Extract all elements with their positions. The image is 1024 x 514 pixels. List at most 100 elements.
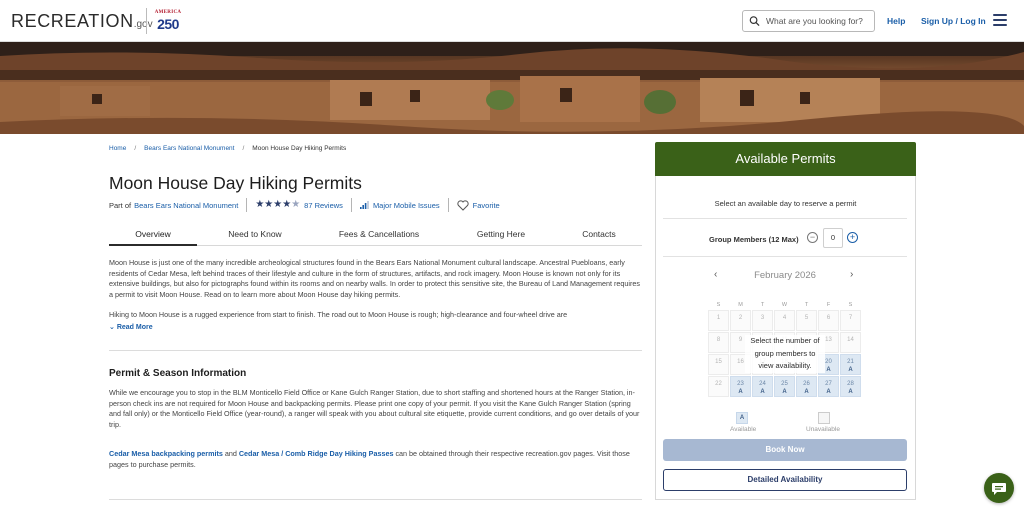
availability-code: A bbox=[848, 389, 853, 395]
calendar-day-number: 25 bbox=[781, 381, 788, 387]
overview-paragraph-1: Moon House is just one of the many incre… bbox=[109, 258, 640, 299]
availability-code: A bbox=[782, 389, 787, 395]
permit-section-heading: Permit & Season Information bbox=[109, 368, 247, 379]
calendar-day: 22 bbox=[708, 376, 729, 397]
weekday-label: T bbox=[804, 302, 809, 308]
hamburger-menu-icon[interactable] bbox=[993, 14, 1007, 26]
panel-divider bbox=[663, 256, 907, 257]
star-icon: ★ bbox=[255, 199, 265, 210]
weekday-label: W bbox=[781, 302, 788, 308]
availability-code: A bbox=[848, 367, 853, 373]
reviews-link[interactable]: 87 Reviews bbox=[304, 201, 343, 210]
detailed-availability-button[interactable]: Detailed Availability bbox=[663, 469, 907, 491]
divider bbox=[350, 198, 352, 212]
site-header: RECREATION.gov AMERICA 250 Help Sign Up … bbox=[0, 0, 1024, 42]
tab-contacts[interactable]: Contacts bbox=[559, 222, 639, 246]
search-input[interactable] bbox=[766, 16, 874, 26]
calendar-day: 2 bbox=[730, 310, 751, 331]
tab-need-to-know[interactable]: Need to Know bbox=[209, 222, 301, 246]
panel-divider bbox=[663, 218, 907, 219]
calendar-day: 1 bbox=[708, 310, 729, 331]
calendar-day-available[interactable]: 26 A bbox=[796, 376, 817, 397]
tab-overview[interactable]: Overview bbox=[109, 222, 197, 246]
half-star-icon: ★ bbox=[291, 199, 301, 210]
calendar-day-number: 26 bbox=[803, 381, 810, 387]
book-now-button[interactable]: Book Now bbox=[663, 439, 907, 461]
section-divider bbox=[109, 350, 642, 351]
calendar-day: 14 bbox=[840, 332, 861, 353]
overlay-line: view availability. bbox=[758, 361, 812, 370]
mobile-issues-link[interactable]: Major Mobile Issues bbox=[373, 201, 440, 210]
calendar-day: 5 bbox=[796, 310, 817, 331]
breadcrumb: Home / Bears Ears National Monument / Moon H… bbox=[109, 145, 346, 152]
calendar-day-available[interactable]: 23 A bbox=[730, 376, 751, 397]
breadcrumb-home[interactable]: Home bbox=[109, 145, 126, 152]
page-title: Moon House Day Hiking Permits bbox=[109, 173, 362, 193]
rating-stars: ★ ★ ★ ★ ★ bbox=[255, 200, 300, 210]
search-box[interactable] bbox=[742, 10, 875, 32]
legend-available-label: Available bbox=[730, 426, 757, 433]
star-icon: ★ bbox=[282, 199, 292, 210]
calendar-overlay-message: Select the number of group members to vi… bbox=[745, 335, 825, 373]
breadcrumb-bears-ears[interactable]: Bears Ears National Monument bbox=[144, 145, 234, 152]
plus-icon[interactable]: + bbox=[847, 232, 858, 243]
permit-paragraph-2: Cedar Mesa backpacking permits and Cedar… bbox=[109, 449, 642, 470]
weekday-label: M bbox=[738, 302, 743, 308]
heart-icon[interactable] bbox=[457, 199, 469, 211]
tab-getting-here[interactable]: Getting Here bbox=[459, 222, 543, 246]
calendar-day: 7 bbox=[840, 310, 861, 331]
calendar-day: 4 bbox=[774, 310, 795, 331]
calendar-day-number: 24 bbox=[759, 381, 766, 387]
availability-code: A bbox=[826, 389, 831, 395]
calendar-day: 8 bbox=[708, 332, 729, 353]
calendar-day-available[interactable]: 24 A bbox=[752, 376, 773, 397]
page-meta-row: Part of Bears Ears National Monument ★ ★ ★… bbox=[109, 198, 500, 212]
calendar-day-number: 14 bbox=[847, 337, 854, 343]
availability-code: A bbox=[760, 389, 765, 395]
favorite-button[interactable]: Favorite bbox=[473, 201, 500, 210]
help-link[interactable]: Help bbox=[887, 16, 905, 26]
breadcrumb-current: Moon House Day Hiking Permits bbox=[252, 145, 347, 152]
overlay-line: Select the number of bbox=[750, 336, 820, 345]
minus-icon[interactable]: − bbox=[807, 232, 818, 243]
divider bbox=[447, 198, 449, 212]
calendar-day-available[interactable]: 25 A bbox=[774, 376, 795, 397]
america-250-logo: AMERICA 250 bbox=[152, 9, 184, 33]
legend-unavailable-swatch bbox=[818, 412, 830, 424]
read-more-label: Read More bbox=[116, 324, 153, 331]
weekday-label: S bbox=[716, 302, 721, 308]
america-250-top: AMERICA bbox=[154, 10, 182, 15]
permit-paragraph-1: While we encourage you to stop in the BL… bbox=[109, 388, 640, 429]
calendar-day-available[interactable]: 28 A bbox=[840, 376, 861, 397]
tab-bar: Overview Need to Know Fees & Cancellatio… bbox=[109, 222, 642, 246]
calendar-day-number: 3 bbox=[760, 315, 765, 321]
availability-code: A bbox=[738, 389, 743, 395]
logo-text: RECREATION bbox=[11, 11, 134, 31]
divider bbox=[246, 198, 248, 212]
calendar-day-available[interactable]: 27 A bbox=[818, 376, 839, 397]
day-hiking-passes-link[interactable]: Cedar Mesa / Comb Ridge Day Hiking Passe… bbox=[239, 449, 394, 458]
chat-icon[interactable] bbox=[984, 473, 1014, 503]
calendar-day-number: 28 bbox=[847, 381, 854, 387]
calendar-day-number: 15 bbox=[715, 359, 722, 365]
recreation-gov-logo[interactable]: RECREATION.gov bbox=[11, 11, 153, 32]
legend-unavailable-label: Unavailable bbox=[806, 426, 840, 433]
cedar-mesa-backpacking-link[interactable]: Cedar Mesa backpacking permits bbox=[109, 449, 223, 458]
calendar-day-available[interactable]: 21 A bbox=[840, 354, 861, 375]
part-of-prefix: Part of bbox=[109, 200, 132, 210]
america-250-number: 250 bbox=[157, 16, 179, 32]
read-more-link[interactable]: ⌄ Read More bbox=[109, 323, 153, 331]
weekday-label: T bbox=[760, 302, 765, 308]
star-icon: ★ bbox=[273, 199, 283, 210]
logo-suffix: .gov bbox=[133, 19, 153, 30]
part-of-link[interactable]: Bears Ears National Monument bbox=[134, 201, 238, 210]
tab-fees-cancellations[interactable]: Fees & Cancellations bbox=[319, 222, 439, 246]
calendar-day-number: 8 bbox=[716, 337, 721, 343]
group-members-input[interactable]: 0 bbox=[823, 228, 843, 248]
chevron-right-icon[interactable]: › bbox=[850, 269, 853, 280]
overview-paragraph-2: Hiking to Moon House is a rugged experie… bbox=[109, 310, 568, 319]
chevron-down-icon: ⌄ bbox=[109, 324, 117, 331]
group-members-label: Group Members (12 Max) bbox=[709, 235, 799, 244]
select-day-instruction: Select an available day to reserve a per… bbox=[714, 199, 857, 208]
signup-login-link[interactable]: Sign Up / Log In bbox=[921, 16, 986, 26]
